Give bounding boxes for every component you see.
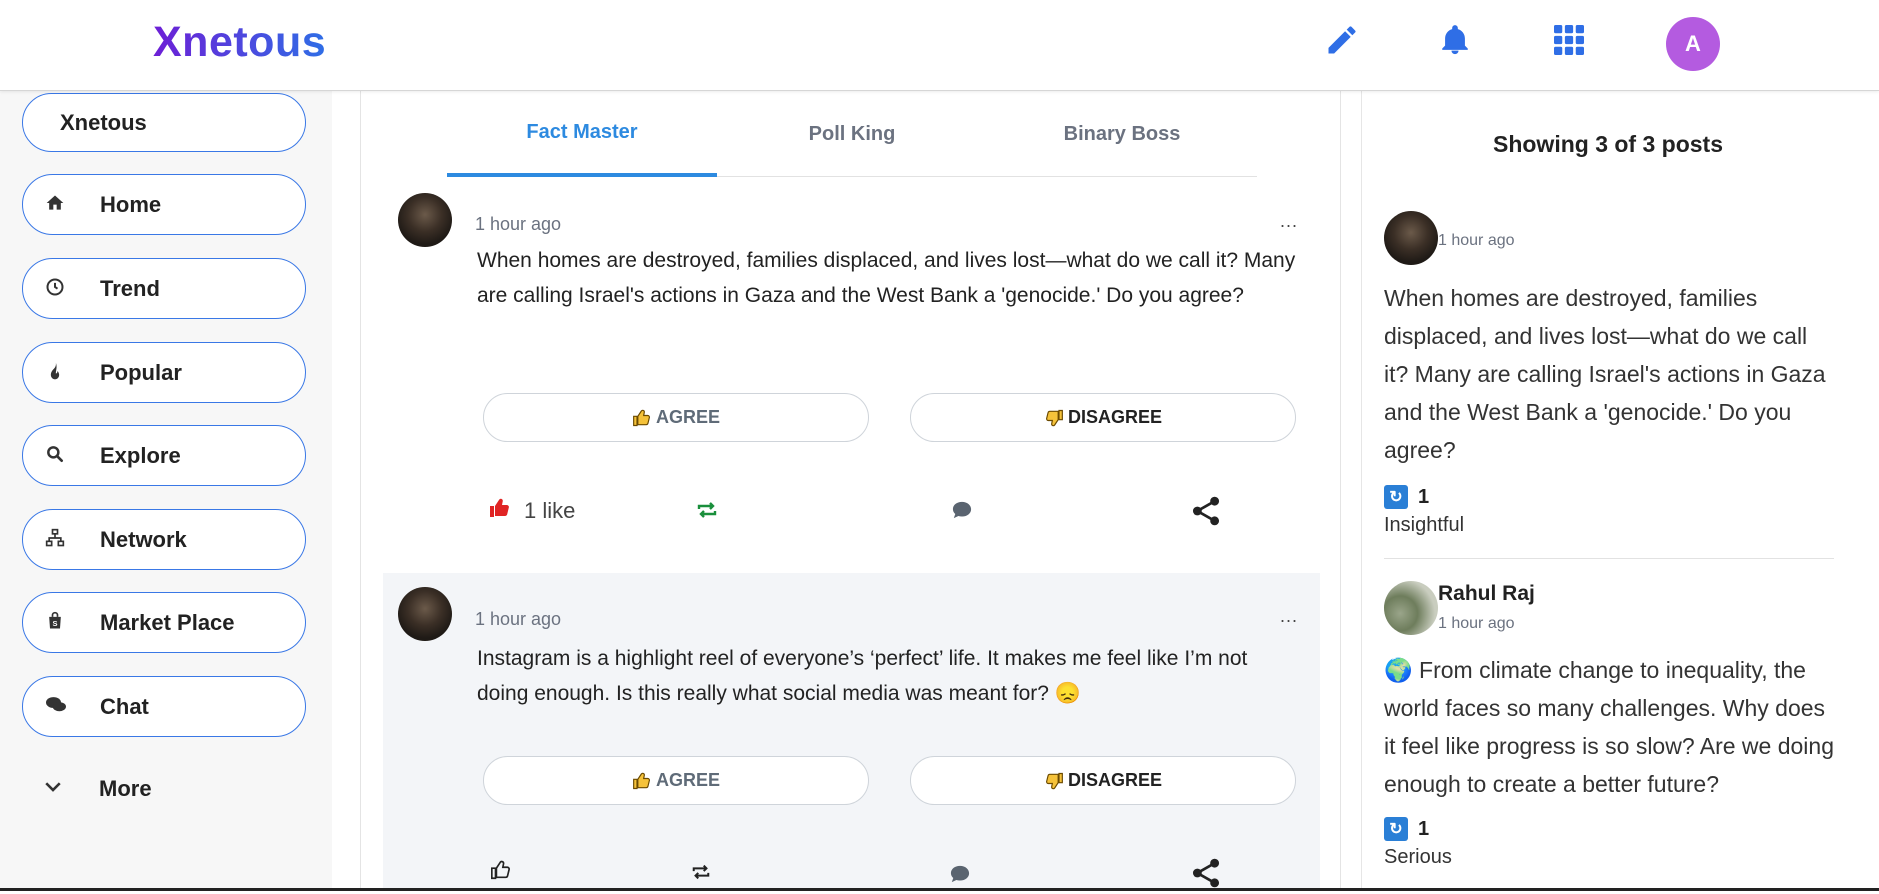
thumbs-up-icon bbox=[632, 771, 652, 791]
share-icon bbox=[1191, 495, 1221, 532]
sidebar-more-label: More bbox=[99, 775, 152, 801]
sidebar-item-label: Chat bbox=[100, 693, 149, 719]
post-author-avatar[interactable] bbox=[398, 587, 452, 641]
thumbs-down-icon bbox=[1044, 771, 1064, 791]
disagree-label: DISAGREE bbox=[1067, 407, 1163, 427]
agree-label: AGREE bbox=[655, 407, 720, 427]
sidebar-item-trend[interactable]: Trend bbox=[22, 258, 306, 319]
tab-binary-boss[interactable]: Binary Boss bbox=[987, 91, 1257, 177]
chat-icon bbox=[45, 695, 66, 715]
fire-icon bbox=[45, 361, 65, 381]
right-panel: Showing 3 of 3 posts 1 hour ago When hom… bbox=[1361, 91, 1879, 891]
divider bbox=[1384, 558, 1834, 559]
top-header: Xnetous A bbox=[0, 0, 1879, 91]
clock-icon bbox=[45, 277, 65, 297]
disagree-button[interactable]: DISAGREE bbox=[910, 393, 1296, 442]
agree-button[interactable]: AGREE bbox=[483, 393, 869, 442]
sidebar-item-label: Xnetous bbox=[60, 109, 147, 135]
comment-button[interactable] bbox=[951, 500, 973, 525]
sidebar-item-label: Network bbox=[100, 526, 187, 552]
sidebar-item-home[interactable]: Home bbox=[22, 174, 306, 235]
item-text[interactable]: When homes are destroyed, families displ… bbox=[1384, 279, 1834, 469]
main-feed: Fact Master Poll King Binary Boss 1 hour… bbox=[360, 91, 1341, 891]
sidebar-item-label: Popular bbox=[100, 359, 182, 385]
feed-post: 1 hour ago ... Instagram is a highlight … bbox=[383, 573, 1320, 891]
author-avatar[interactable] bbox=[1384, 581, 1438, 635]
thumbs-up-icon bbox=[488, 496, 512, 525]
reaction-count: 1 bbox=[1418, 485, 1430, 508]
post-menu-button[interactable]: ... bbox=[1280, 211, 1298, 232]
post-author-avatar[interactable] bbox=[398, 193, 452, 247]
user-avatar[interactable]: A bbox=[1666, 17, 1720, 71]
like-button[interactable] bbox=[490, 859, 512, 886]
like-count: 1 like bbox=[524, 497, 576, 523]
author-name[interactable]: Rahul Raj bbox=[1438, 582, 1535, 606]
sidebar-more[interactable]: More bbox=[22, 758, 306, 819]
bell-icon[interactable] bbox=[1435, 20, 1475, 60]
post-text: Instagram is a highlight reel of everyon… bbox=[477, 647, 1248, 705]
post-time: 1 hour ago bbox=[475, 214, 562, 234]
like-button[interactable]: 1 like bbox=[488, 496, 575, 525]
comment-button[interactable] bbox=[949, 864, 971, 889]
post-menu-button[interactable]: ... bbox=[1280, 606, 1298, 627]
disagree-label: DISAGREE bbox=[1067, 770, 1163, 790]
thumbs-down-icon bbox=[1044, 408, 1064, 428]
reaction-count: 1 bbox=[1418, 817, 1430, 840]
sidebar-item-label: Explore bbox=[100, 442, 181, 468]
repost-button[interactable] bbox=[695, 499, 719, 526]
refresh-reaction-icon: ↻ bbox=[1384, 485, 1408, 509]
tab-poll-king[interactable]: Poll King bbox=[717, 91, 987, 177]
apps-grid-icon[interactable] bbox=[1549, 20, 1589, 60]
reaction-summary: ↻ 1 bbox=[1384, 485, 1429, 509]
refresh-reaction-icon: ↻ bbox=[1384, 817, 1408, 841]
post-time: 1 hour ago bbox=[475, 609, 562, 629]
posts-count-title: Showing 3 of 3 posts bbox=[1492, 131, 1723, 157]
repost-icon bbox=[690, 862, 712, 887]
app-logo[interactable]: Xnetous bbox=[153, 18, 326, 67]
item-time: 1 hour ago bbox=[1438, 615, 1515, 632]
post-text: When homes are destroyed, families displ… bbox=[477, 249, 1296, 307]
search-icon bbox=[45, 444, 65, 464]
thumbs-up-icon bbox=[632, 408, 652, 428]
svg-text:S: S bbox=[52, 619, 57, 628]
comment-icon bbox=[949, 864, 971, 889]
sidebar-item-popular[interactable]: Popular bbox=[22, 342, 306, 403]
sidebar-item-market-place[interactable]: S Market Place bbox=[22, 592, 306, 653]
item-time: 1 hour ago bbox=[1438, 232, 1515, 249]
sidebar-item-label: Trend bbox=[100, 275, 160, 301]
reaction-label: Insightful bbox=[1384, 514, 1465, 536]
sidebar-item-label: Market Place bbox=[100, 609, 235, 635]
thumbs-up-outline-icon bbox=[490, 859, 512, 886]
reaction-summary: ↻ 1 bbox=[1384, 817, 1429, 841]
disagree-button[interactable]: DISAGREE bbox=[910, 756, 1296, 805]
repost-icon bbox=[695, 499, 719, 526]
reaction-label: Serious bbox=[1384, 846, 1452, 868]
item-text[interactable]: 🌍 From climate change to inequality, the… bbox=[1384, 651, 1834, 803]
shopping-bag-icon: S bbox=[45, 611, 65, 631]
author-avatar[interactable] bbox=[1384, 211, 1438, 265]
sidebar-item-label: Home bbox=[100, 191, 162, 217]
share-button[interactable] bbox=[1191, 495, 1221, 532]
chevron-down-icon bbox=[44, 780, 62, 799]
tab-fact-master[interactable]: Fact Master bbox=[447, 91, 717, 177]
network-icon bbox=[45, 528, 65, 548]
sidebar-item-explore[interactable]: Explore bbox=[22, 425, 306, 486]
feed-tabs: Fact Master Poll King Binary Boss bbox=[447, 91, 1257, 177]
sidebar-item-xnetous[interactable]: Xnetous bbox=[22, 93, 306, 152]
comment-icon bbox=[951, 500, 973, 525]
sidebar-item-network[interactable]: Network bbox=[22, 509, 306, 570]
agree-label: AGREE bbox=[655, 770, 720, 790]
pencil-icon[interactable] bbox=[1322, 20, 1362, 60]
agree-button[interactable]: AGREE bbox=[483, 756, 869, 805]
sidebar-item-chat[interactable]: Chat bbox=[22, 676, 306, 737]
home-icon bbox=[45, 193, 65, 213]
left-sidebar: Xnetous Home Trend Popular Explore Netwo… bbox=[0, 91, 332, 891]
repost-button[interactable] bbox=[690, 862, 712, 887]
